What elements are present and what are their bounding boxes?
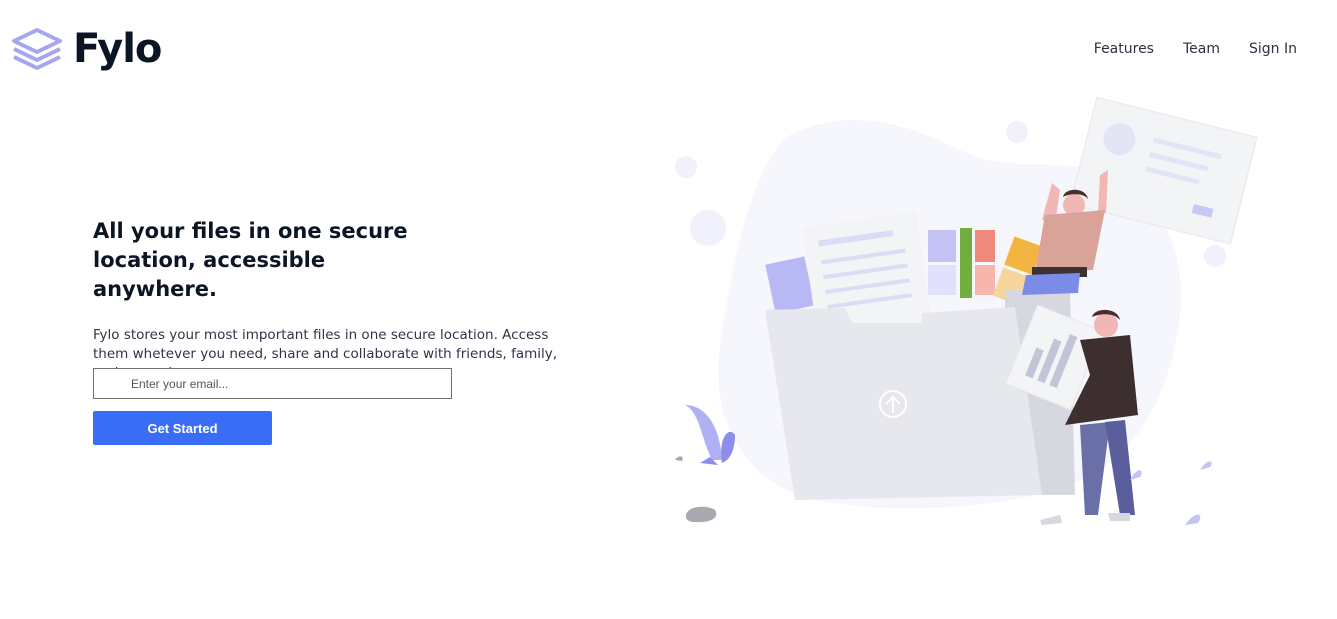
main-nav: Features Team Sign In — [1065, 41, 1297, 57]
decor-dot — [1204, 245, 1226, 267]
email-input[interactable] — [93, 368, 452, 399]
get-started-button[interactable]: Get Started — [93, 411, 272, 445]
rock — [685, 506, 717, 523]
nav-link-team[interactable]: Team — [1183, 41, 1220, 57]
hero-headline: All your files in one secure location, a… — [93, 219, 408, 301]
site-header: Fylo Features Team Sign In — [0, 0, 1337, 100]
leaf — [675, 456, 683, 461]
brand-logo[interactable]: Fylo — [11, 26, 162, 72]
decor-dot — [1006, 121, 1028, 143]
hero-illustration — [675, 96, 1258, 525]
nav-link-sign-in[interactable]: Sign In — [1249, 41, 1297, 57]
nav-link-features[interactable]: Features — [1094, 41, 1154, 57]
brand-name: Fylo — [73, 26, 162, 72]
decor-dot — [675, 156, 697, 178]
folder-front — [765, 307, 1042, 500]
hero-content: All your files in one secure location, a… — [93, 217, 593, 383]
leaf — [1185, 514, 1201, 525]
decor-dot — [690, 210, 726, 246]
layers-icon — [12, 28, 62, 70]
leaf — [1130, 470, 1142, 480]
leaf — [1200, 461, 1212, 470]
